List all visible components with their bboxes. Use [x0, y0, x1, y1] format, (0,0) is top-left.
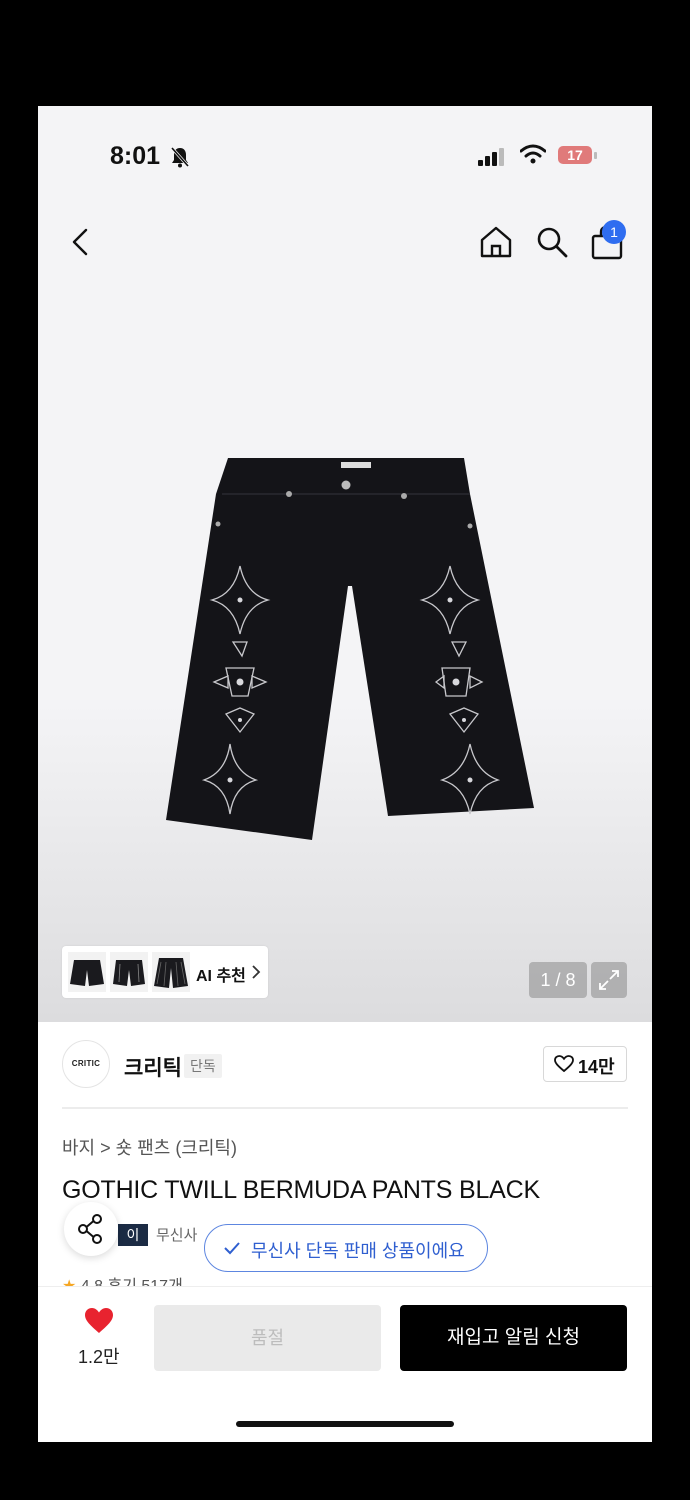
pay-badge: 이: [118, 1224, 148, 1246]
cart-count-badge: 1: [602, 220, 626, 244]
signal-icon: [478, 148, 504, 166]
review-count: 후기 517개: [108, 1278, 183, 1286]
image-page-indicator: 1 / 8: [529, 962, 587, 998]
check-icon: [224, 1242, 240, 1255]
star-icon: ★: [62, 1278, 76, 1286]
thumbnail-shorts-1: [68, 952, 106, 992]
divider: [62, 1107, 628, 1109]
battery-tip: [594, 152, 597, 159]
battery-indicator: 17: [558, 146, 592, 164]
restock-alert-button[interactable]: 재입고 알림 신청: [400, 1305, 627, 1371]
expand-image-button[interactable]: [591, 962, 627, 998]
home-icon[interactable]: [478, 224, 514, 260]
breadcrumb[interactable]: 바지 > 숏 팬츠 (크리틱): [62, 1134, 237, 1160]
heart-outline-icon: [554, 1055, 574, 1073]
ai-recommend-chip[interactable]: AI 추천: [62, 946, 268, 998]
share-button[interactable]: [64, 1202, 118, 1256]
heart-filled-icon[interactable]: [84, 1307, 114, 1335]
product-title: GOTHIC TWILL BERMUDA PANTS BLACK: [62, 1176, 540, 1204]
pay-text: 무신사: [156, 1227, 198, 1244]
status-time: 8:01: [110, 142, 161, 170]
wish-count: 1.2만: [78, 1347, 120, 1367]
home-indicator: [236, 1421, 454, 1427]
search-icon[interactable]: [534, 224, 570, 260]
expand-icon: [599, 970, 619, 990]
exclusive-toast: 무신사 단독 판매 상품이에요: [204, 1224, 488, 1272]
rating-value: 4.8: [81, 1278, 103, 1286]
silent-bell-icon: [170, 147, 190, 168]
exclusive-tag: 단독: [184, 1054, 222, 1078]
product-shorts-image: [166, 458, 534, 840]
chevron-right-icon: [252, 965, 261, 979]
brand-logo[interactable]: CRITIC: [62, 1040, 110, 1088]
brand-like-button[interactable]: 14만: [543, 1046, 627, 1082]
back-arrow-icon[interactable]: [66, 224, 96, 260]
phone-screen: 8:01 17 1 AI 추천 1 / 8 CRITIC 크리틱 단독 14만 …: [38, 106, 652, 1442]
thumbnail-shorts-2: [110, 952, 148, 992]
brand-name[interactable]: 크리틱: [124, 1052, 182, 1082]
brand-like-count: 14만: [578, 1057, 615, 1077]
bottom-action-bar: 1.2만 품절 재입고 알림 신청: [38, 1286, 652, 1442]
rating-row[interactable]: ★ 4.8 후기 517개: [62, 1272, 183, 1286]
thumbnail-shorts-3: [152, 952, 190, 992]
wifi-icon: [520, 144, 546, 164]
toast-text: 무신사 단독 판매 상품이에요: [251, 1241, 465, 1261]
soldout-button[interactable]: 품절: [154, 1305, 381, 1371]
share-icon: [78, 1214, 102, 1244]
ai-recommend-label: AI 추천: [196, 968, 246, 985]
